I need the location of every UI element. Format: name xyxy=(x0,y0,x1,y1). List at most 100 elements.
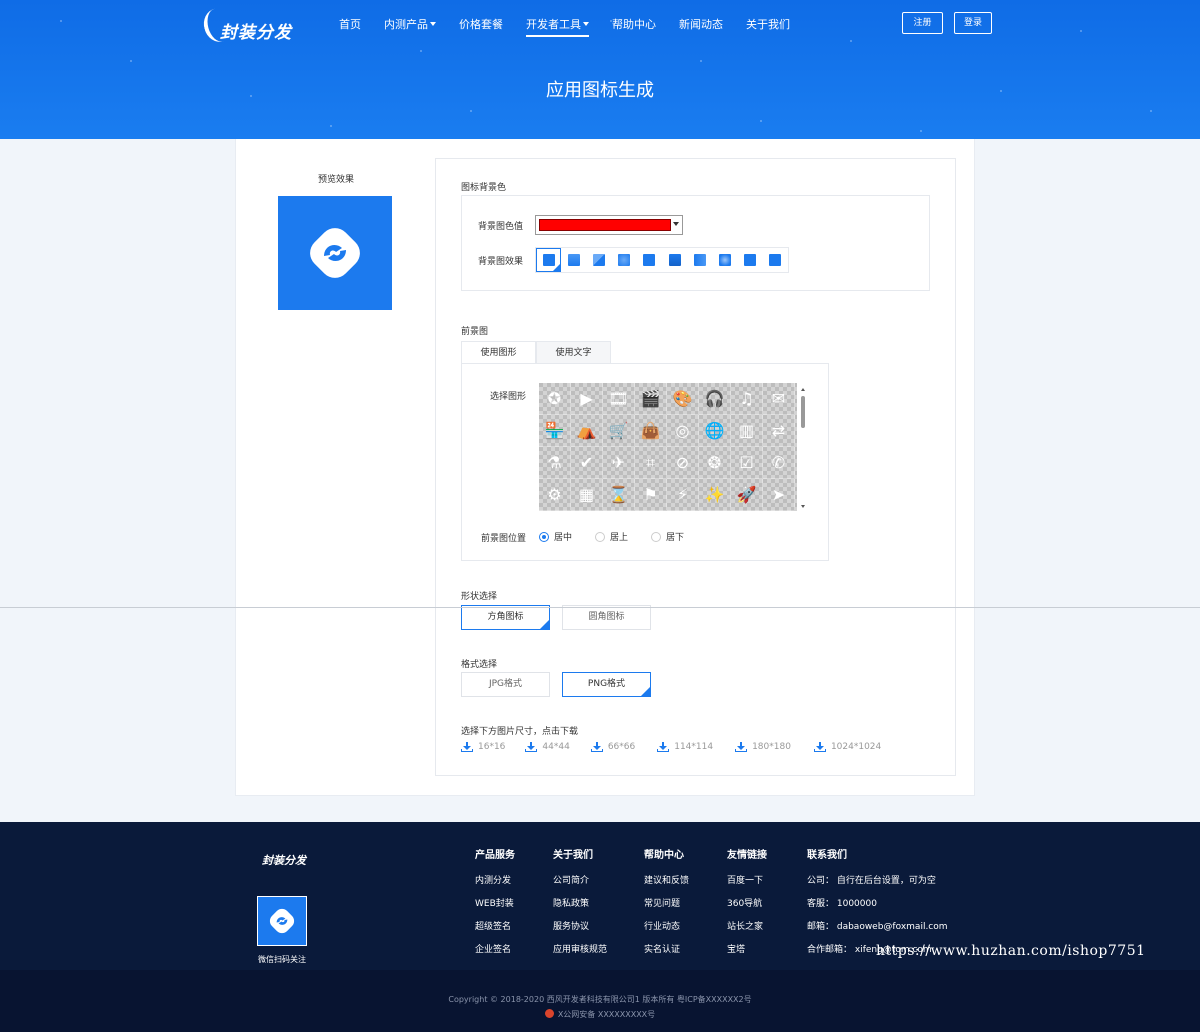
shape-option-icon[interactable]: 🌐 xyxy=(699,415,731,447)
footer-link[interactable]: 超级签名 xyxy=(475,919,515,942)
fg-position-radio[interactable]: 居下 xyxy=(651,530,684,543)
square-icon-option[interactable]: 方角图标 xyxy=(461,605,550,630)
footer-link[interactable]: WEB封装 xyxy=(475,896,515,919)
download-size-link[interactable]: 16*16 xyxy=(461,742,505,752)
bg-effect-option[interactable] xyxy=(561,248,586,272)
scroll-up-icon[interactable] xyxy=(801,388,805,391)
effect-swatch xyxy=(718,254,731,266)
nav-item-6[interactable]: 关于我们 xyxy=(746,17,790,33)
scroll-thumb[interactable] xyxy=(801,396,805,428)
footer-link[interactable]: 百度一下 xyxy=(727,873,767,896)
shape-option-icon[interactable]: 🎨 xyxy=(667,383,699,415)
download-size-link[interactable]: 66*66 xyxy=(590,742,635,752)
star-dot xyxy=(760,120,762,122)
shape-option-icon[interactable]: 🏪 xyxy=(539,415,571,447)
foreground-box: 选择图形 ✪ ▶ 🎞 🎬 🎨 🎧 ♫ ✉ 🏪 ⛺ 🛒 👜 ◎ 🌐 ▥ ⇄ ⚗ ✔ ✈ ⌗ ⊘ ❂ ☑ ✆ ⚙ ▦ ⌛ ⚑ ⚡ ✨ 🚀 ➤ 前景… xyxy=(461,363,829,561)
shape-option-icon[interactable]: ✨ xyxy=(699,479,731,511)
shape-option-icon[interactable]: 🎞 xyxy=(603,383,635,415)
register-button[interactable]: 注册 xyxy=(902,12,943,34)
nav-item-2[interactable]: 价格套餐 xyxy=(459,17,503,33)
fg-position-radio[interactable]: 居上 xyxy=(595,530,628,543)
shape-option-icon[interactable]: ▶ xyxy=(571,383,603,415)
shape-option-icon[interactable]: ✔ xyxy=(571,447,603,479)
fg-position-radio[interactable]: 居中 xyxy=(539,530,572,543)
footer-link[interactable]: 建议和反馈 xyxy=(644,873,689,896)
shape-option-icon[interactable]: 🚀 xyxy=(731,479,763,511)
shape-option-icon[interactable]: ➤ xyxy=(763,479,795,511)
shape-option-icon[interactable]: ⇄ xyxy=(763,415,795,447)
shape-option-icon[interactable]: ✈ xyxy=(603,447,635,479)
bg-effect-option[interactable] xyxy=(712,248,737,272)
shape-option-icon[interactable]: ✪ xyxy=(539,383,571,415)
nav-item-5[interactable]: 新闻动态 xyxy=(679,17,723,33)
tab-use-text[interactable]: 使用文字 xyxy=(536,341,611,364)
nav-item-4[interactable]: 帮助中心 xyxy=(612,17,656,33)
bg-effect-option[interactable] xyxy=(687,248,712,272)
bg-effect-option[interactable] xyxy=(586,248,611,272)
footer-logo: 封装分发 xyxy=(262,854,306,867)
shape-option-icon[interactable]: ⚗ xyxy=(539,447,571,479)
foreground-tabs: 使用图形 使用文字 xyxy=(461,341,611,364)
footer-link[interactable]: 服务协议 xyxy=(553,919,607,942)
footer-link[interactable]: 应用审核规范 xyxy=(553,942,607,965)
bg-effect-label: 背景图效果 xyxy=(478,257,524,267)
footer-link[interactable]: 公司简介 xyxy=(553,873,607,896)
shape-option-icon[interactable]: ⚑ xyxy=(635,479,667,511)
shape-option-icon[interactable]: ⊘ xyxy=(667,447,699,479)
bg-effect-option[interactable] xyxy=(763,248,788,272)
shape-option-icon[interactable]: 🎬 xyxy=(635,383,667,415)
shape-option-icon[interactable]: ⌛ xyxy=(603,479,635,511)
login-button[interactable]: 登录 xyxy=(954,12,992,34)
download-size-link[interactable]: 180*180 xyxy=(735,742,791,752)
footer-link[interactable]: 360导航 xyxy=(727,896,767,919)
footer-link[interactable]: 常见问题 xyxy=(644,896,689,919)
shape-option-icon[interactable]: ☑ xyxy=(731,447,763,479)
size-label: 180*180 xyxy=(752,742,791,752)
rounded-icon-option[interactable]: 圆角图标 xyxy=(562,605,651,630)
footer-link[interactable]: 实名认证 xyxy=(644,942,689,965)
shape-section-label: 形状选择 xyxy=(461,592,498,602)
shape-option-icon[interactable]: ⚙ xyxy=(539,479,571,511)
bg-effect-option[interactable] xyxy=(612,248,637,272)
radio-circle-icon xyxy=(539,531,549,542)
shape-option-icon[interactable]: ⛺ xyxy=(571,415,603,447)
bg-effect-option[interactable] xyxy=(536,248,562,272)
effect-swatch xyxy=(693,254,706,266)
footer-link[interactable]: 宝塔 xyxy=(727,942,767,965)
shape-option-icon[interactable]: ▥ xyxy=(731,415,763,447)
bg-effect-option[interactable] xyxy=(662,248,687,272)
jpg-format-option[interactable]: JPG格式 xyxy=(461,672,550,697)
footer-link[interactable]: 隐私政策 xyxy=(553,896,607,919)
download-size-link[interactable]: 1024*1024 xyxy=(813,742,881,752)
nav-item-1[interactable]: 内测产品 xyxy=(384,17,436,33)
shape-option-icon[interactable]: ▦ xyxy=(571,479,603,511)
footer-link[interactable]: 站长之家 xyxy=(727,919,767,942)
shape-option-icon[interactable]: ◎ xyxy=(667,415,699,447)
footer-link[interactable]: 内测分发 xyxy=(475,873,515,896)
bg-color-picker[interactable] xyxy=(535,215,683,235)
scroll-down-icon[interactable] xyxy=(801,505,805,508)
bg-effect-option[interactable] xyxy=(738,248,763,272)
nav-item-label: 新闻动态 xyxy=(679,18,723,31)
shape-option-icon[interactable]: 🎧 xyxy=(699,383,731,415)
shape-option-icon[interactable]: ⌗ xyxy=(635,447,667,479)
logo[interactable]: 封装分发 xyxy=(200,4,294,46)
download-size-link[interactable]: 44*44 xyxy=(525,742,570,752)
shape-option-icon[interactable]: 🛒 xyxy=(603,415,635,447)
footer-link[interactable]: 企业签名 xyxy=(475,942,515,965)
footer-link[interactable]: 行业动态 xyxy=(644,919,689,942)
shape-option-icon[interactable]: ♫ xyxy=(731,383,763,415)
icon-grid: ✪ ▶ 🎞 🎬 🎨 🎧 ♫ ✉ 🏪 ⛺ 🛒 👜 ◎ 🌐 ▥ ⇄ ⚗ ✔ ✈ ⌗ ⊘ ❂ ☑ ✆ ⚙ ▦ ⌛ ⚑ ⚡ ✨ 🚀 ➤ xyxy=(539,383,797,511)
shape-option-icon[interactable]: ⚡ xyxy=(667,479,699,511)
shape-option-icon[interactable]: ❂ xyxy=(699,447,731,479)
shape-option-icon[interactable]: ✆ xyxy=(763,447,795,479)
download-size-link[interactable]: 114*114 xyxy=(657,742,713,752)
shape-option-icon[interactable]: 👜 xyxy=(635,415,667,447)
icon-grid-scrollbar[interactable] xyxy=(801,388,806,508)
bg-effect-option[interactable] xyxy=(637,248,662,272)
nav-item-0[interactable]: 首页 xyxy=(339,17,361,33)
png-format-option[interactable]: PNG格式 xyxy=(562,672,651,697)
tab-use-shape[interactable]: 使用图形 xyxy=(461,341,536,364)
nav-item-3[interactable]: 开发者工具 xyxy=(526,17,589,37)
shape-option-icon[interactable]: ✉ xyxy=(763,383,795,415)
